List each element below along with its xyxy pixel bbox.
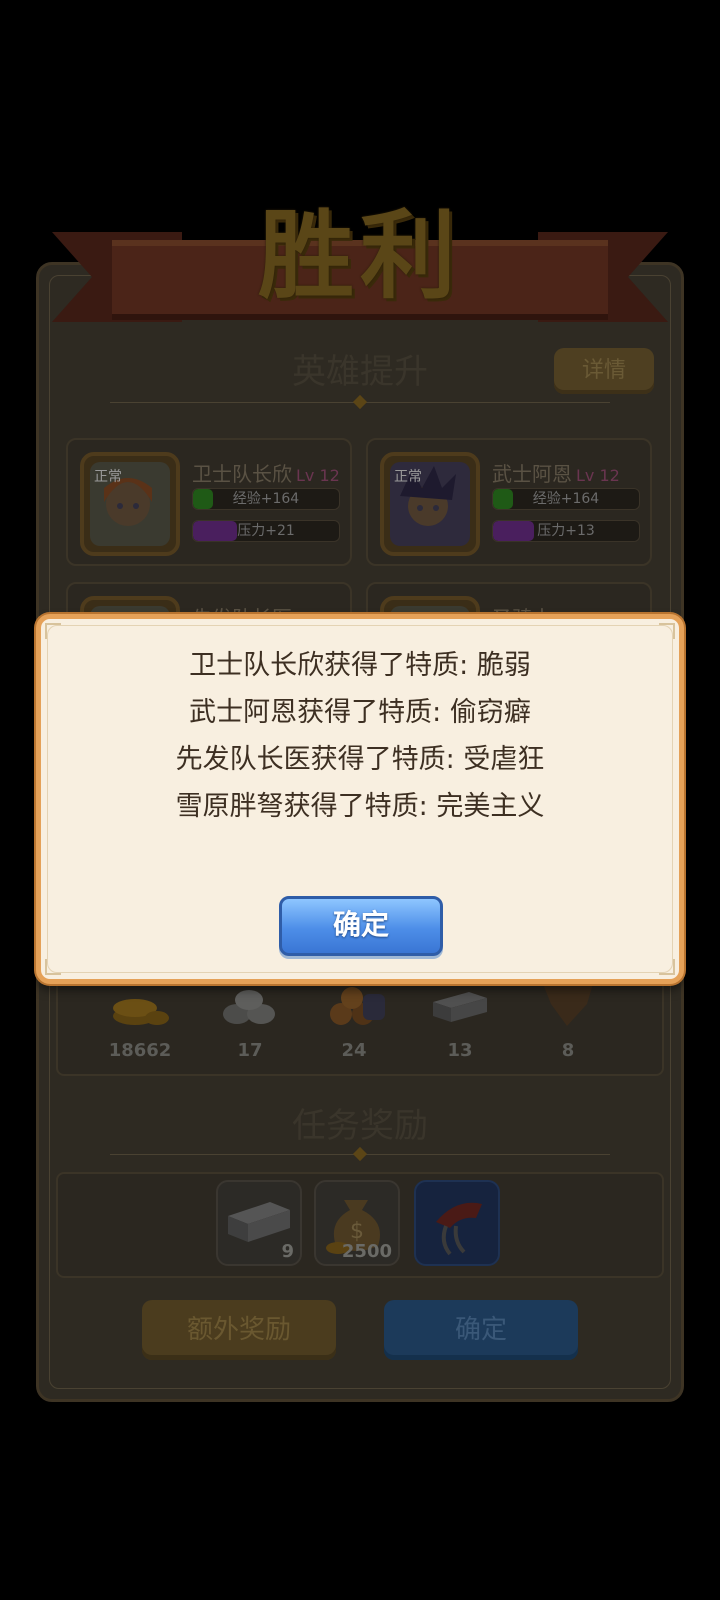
stone-icon xyxy=(223,990,275,1024)
exp-gain: 经验+164 xyxy=(232,491,300,507)
iron-ingot-icon xyxy=(433,992,487,1022)
hero-card[interactable]: 正常 卫士队长欣 Lv 12 经验+164 压力+21 xyxy=(66,438,352,566)
hero-status: 正常 xyxy=(394,469,422,485)
resource-count: 13 xyxy=(447,1040,473,1061)
hero-name: 卫士队长欣 Lv 12 xyxy=(192,462,340,486)
reward-count: 2500 xyxy=(341,1241,392,1262)
details-button[interactable]: 详情 xyxy=(554,348,654,394)
resource-stone: 17 xyxy=(210,980,290,1061)
trait-message-line: 雪原胖弩获得了特质: 完美主义 xyxy=(175,791,545,822)
wood-logs-icon xyxy=(330,987,385,1025)
extra-reward-button[interactable]: 额外奖励 xyxy=(142,1300,336,1360)
hero-card[interactable]: 正常 武士阿恩 Lv 12 经验+164 压力+13 xyxy=(366,438,652,566)
hero-level: Lv 12 xyxy=(576,466,620,485)
confirm-button[interactable]: 确定 xyxy=(384,1300,578,1360)
corner-ornament xyxy=(45,959,61,975)
task-reward-slot[interactable]: $ 2500 xyxy=(314,1180,400,1266)
task-reward-slot[interactable]: 9 xyxy=(216,1180,302,1266)
exp-bar: 经验+164 xyxy=(492,488,640,510)
trait-message-line: 卫士队长欣获得了特质: 脆弱 xyxy=(189,650,531,681)
hero-portrait-frame: 正常 xyxy=(80,452,180,556)
victory-title: 胜利 xyxy=(258,199,462,312)
pressure-gain: 压力+13 xyxy=(537,523,595,539)
claw-weapon-icon xyxy=(436,1202,482,1256)
task-reward-slot[interactable] xyxy=(414,1180,500,1266)
resource-count: 24 xyxy=(341,1040,367,1061)
corner-ornament xyxy=(659,623,675,639)
corner-ornament xyxy=(659,959,675,975)
resource-count: 17 xyxy=(237,1040,263,1061)
dialog-ok-button[interactable]: 确定 xyxy=(279,896,443,956)
gold-coins-icon xyxy=(113,999,169,1025)
leather-icon xyxy=(543,984,593,1026)
reward-count: 9 xyxy=(281,1241,294,1262)
hero-name: 武士阿恩 Lv 12 xyxy=(492,462,620,486)
hero-level: Lv 12 xyxy=(296,466,340,485)
trait-message-line: 武士阿恩获得了特质: 偷窃癖 xyxy=(189,697,531,728)
resource-gold: 18662 xyxy=(100,980,180,1061)
hero-portrait-frame: 正常 xyxy=(380,452,480,556)
hero-status: 正常 xyxy=(94,469,122,485)
resource-count: 18662 xyxy=(108,1040,172,1061)
corner-ornament xyxy=(45,623,61,639)
exp-bar: 经验+164 xyxy=(192,488,340,510)
task-section-title: 任务奖励 xyxy=(292,1106,428,1146)
trait-message-line: 先发队长医获得了特质: 受虐狂 xyxy=(175,744,545,775)
pressure-bar: 压力+13 xyxy=(492,520,640,542)
exp-gain: 经验+164 xyxy=(532,491,600,507)
resource-iron: 13 xyxy=(420,980,500,1061)
pressure-gain: 压力+21 xyxy=(237,523,295,539)
pressure-bar: 压力+21 xyxy=(192,520,340,542)
resource-count: 8 xyxy=(561,1040,575,1061)
resource-wood: 24 xyxy=(314,980,394,1061)
resource-leather: 8 xyxy=(528,980,608,1061)
